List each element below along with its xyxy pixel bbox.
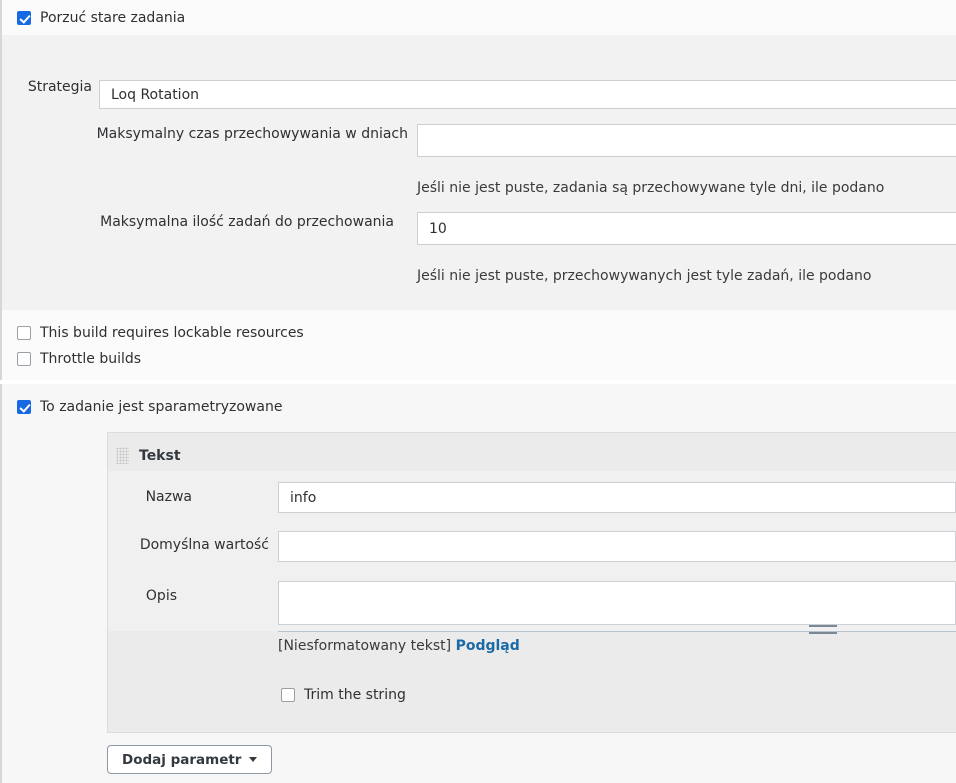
days-to-keep-label: Maksymalny czas przechowywania w dniach bbox=[96, 126, 408, 142]
trim-string-row[interactable]: Trim the string bbox=[281, 686, 406, 704]
num-to-keep-input[interactable]: 10 bbox=[417, 212, 956, 245]
trim-string-label: Trim the string bbox=[304, 687, 406, 703]
jenkins-job-config-page: Porzuć stare zadania Strategia Loq Rotat… bbox=[0, 0, 956, 783]
parameterized-label: To zadanie jest sparametryzowane bbox=[40, 399, 283, 415]
parameter-name-input[interactable]: info bbox=[278, 482, 956, 513]
preview-link[interactable]: Podgląd bbox=[456, 638, 520, 654]
markup-format-note: [Niesformatowany tekst] bbox=[278, 638, 452, 654]
discard-old-builds-section: Porzuć stare zadania bbox=[0, 0, 956, 35]
num-to-keep-help: Jeśli nie jest puste, przechowywanych je… bbox=[417, 268, 872, 284]
discard-old-builds-row[interactable]: Porzuć stare zadania bbox=[17, 9, 185, 27]
drag-grip-icon[interactable] bbox=[116, 447, 129, 464]
parameter-type-title: Tekst bbox=[139, 447, 181, 464]
discard-old-builds-label: Porzuć stare zadania bbox=[40, 9, 186, 26]
lockable-resources-label: This build requires lockable resources bbox=[40, 325, 304, 341]
add-parameter-button-label: Dodaj parametr bbox=[122, 751, 242, 768]
parameterized-section-header: To zadanie jest sparametryzowane bbox=[0, 384, 956, 430]
build-options-section: This build requires lockable resources T… bbox=[0, 310, 956, 380]
parameter-default-input[interactable] bbox=[278, 531, 956, 562]
chevron-down-icon bbox=[249, 757, 258, 762]
days-to-keep-input[interactable] bbox=[417, 124, 956, 157]
parameter-description-textarea[interactable] bbox=[278, 581, 956, 625]
textarea-resize-handle[interactable] bbox=[809, 625, 837, 634]
parameterized-row[interactable]: To zadanie jest sparametryzowane bbox=[17, 398, 282, 416]
trim-string-checkbox[interactable] bbox=[281, 688, 295, 702]
throttle-builds-row[interactable]: Throttle builds bbox=[17, 346, 956, 372]
log-rotation-strategy-section: Strategia Loq Rotation Maksymalny czas p… bbox=[0, 35, 956, 310]
lockable-resources-row[interactable]: This build requires lockable resources bbox=[17, 320, 956, 346]
discard-old-builds-checkbox[interactable] bbox=[17, 10, 31, 25]
throttle-builds-label: Throttle builds bbox=[40, 351, 142, 367]
parameterized-checkbox[interactable] bbox=[17, 400, 31, 414]
parameter-name-label: Nazwa bbox=[145, 489, 192, 505]
days-to-keep-help: Jeśli nie jest puste, zadania są przecho… bbox=[417, 180, 885, 196]
parameter-default-label: Domyślna wartość bbox=[139, 537, 269, 553]
strategy-label: Strategia bbox=[27, 79, 92, 95]
add-parameter-button[interactable]: Dodaj parametr bbox=[107, 745, 273, 774]
strategy-select[interactable]: Loq Rotation bbox=[99, 80, 956, 109]
textarea-resize-rail bbox=[278, 631, 956, 632]
parameter-card-header: Tekst bbox=[116, 447, 181, 464]
throttle-builds-checkbox[interactable] bbox=[17, 352, 31, 366]
lockable-resources-checkbox[interactable] bbox=[17, 326, 31, 340]
preview-line: [Niesformatowany tekst] Podgląd bbox=[278, 638, 520, 654]
parameter-description-label: Opis bbox=[145, 588, 177, 604]
num-to-keep-label: Maksymalna ilość zadań do przechowania bbox=[100, 214, 394, 230]
